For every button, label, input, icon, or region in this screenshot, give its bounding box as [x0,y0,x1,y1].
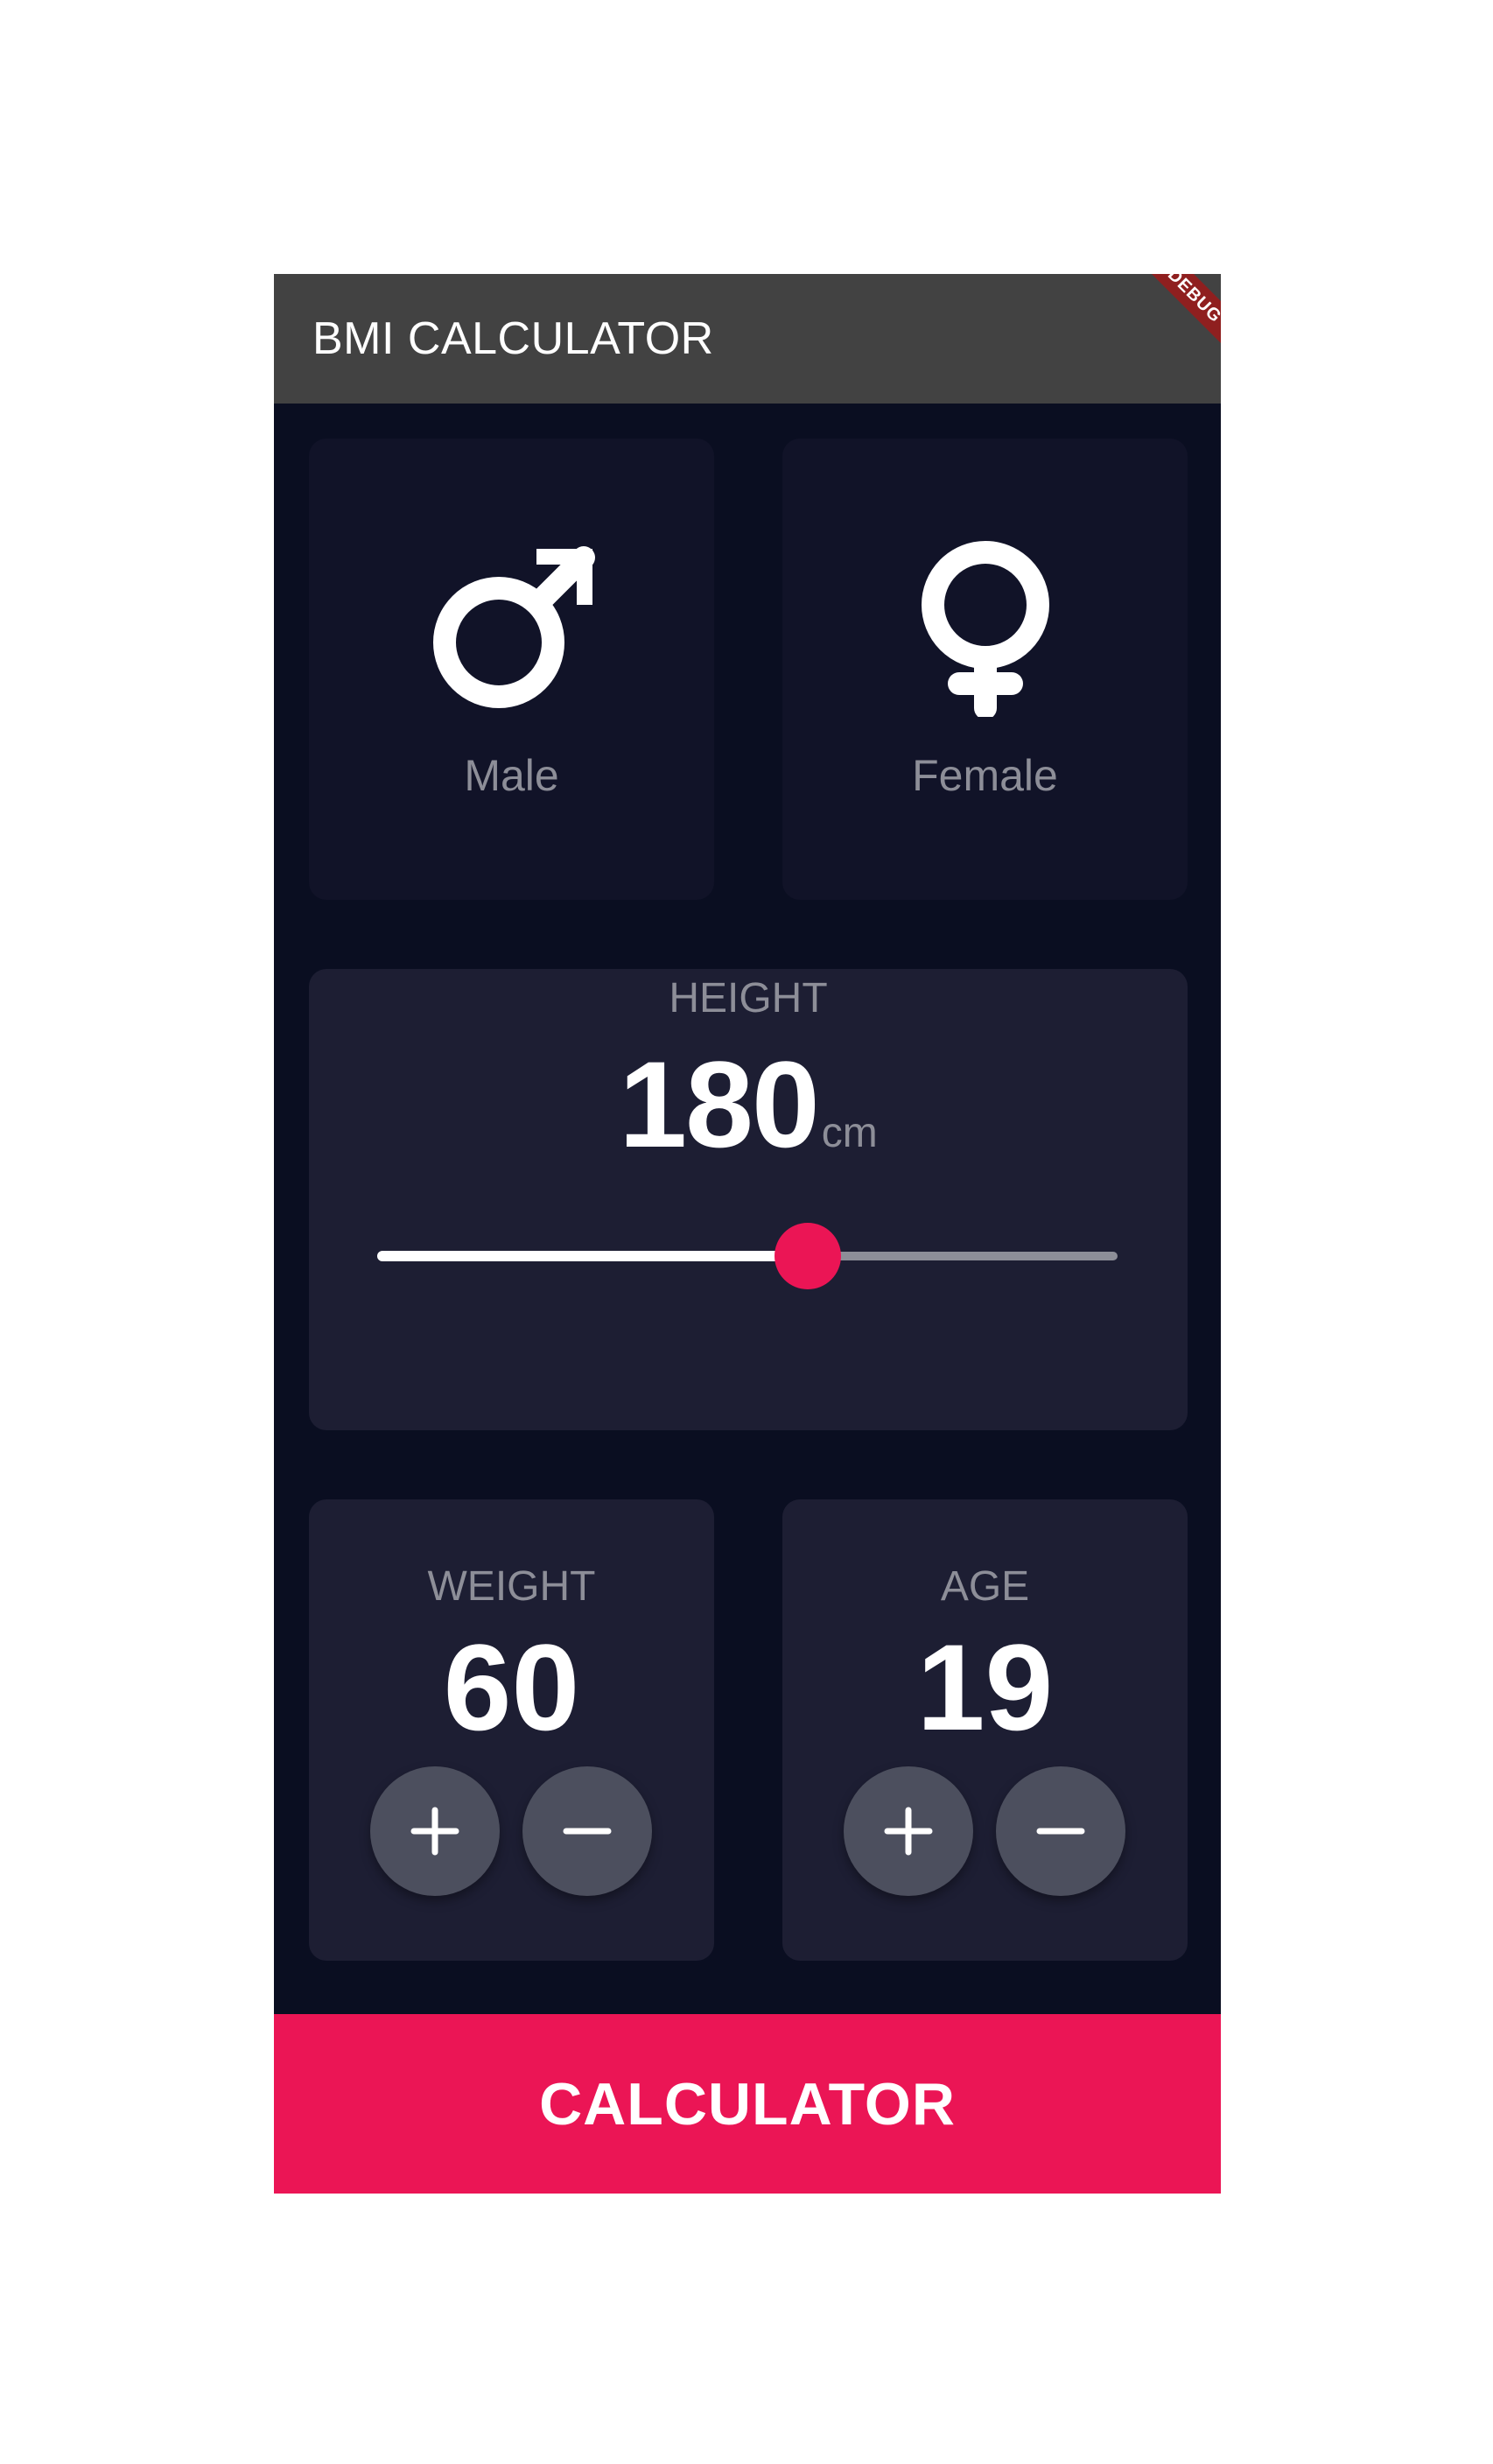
male-symbol-icon [432,546,595,708]
age-card: AGE 19 [782,1499,1188,1961]
app-screen: BMI CALCULATOR DEBUG Male Female HEIGHT … [274,274,1221,2194]
male-card[interactable]: Male [309,439,714,900]
calculate-button[interactable]: CALCULATOR [274,2014,1221,2194]
app-bar: BMI CALCULATOR DEBUG [274,274,1221,404]
minus-icon [1036,1828,1085,1835]
age-increment-button[interactable] [844,1766,973,1896]
age-decrement-button[interactable] [996,1766,1125,1896]
height-card: HEIGHT 180cm [309,969,1188,1430]
minus-icon [563,1828,612,1835]
slider-thumb[interactable] [774,1223,841,1289]
age-label: AGE [940,1563,1030,1610]
weight-decrement-button[interactable] [522,1766,652,1896]
weight-value: 60 [443,1618,580,1756]
app-title: BMI CALCULATOR [312,313,714,364]
slider-active-track[interactable] [377,1251,808,1261]
plus-icon [884,1807,933,1856]
plus-icon [410,1807,459,1856]
weight-label: WEIGHT [427,1563,596,1610]
height-slider[interactable] [377,1223,1118,1289]
age-value: 19 [916,1618,1054,1756]
height-value: 180 [619,1035,820,1173]
height-value-row: 180cm [309,1039,1188,1170]
weight-card: WEIGHT 60 [309,1499,714,1961]
female-label: Female [912,751,1058,800]
male-label: Male [464,751,559,800]
calculate-button-label: CALCULATOR [539,2070,956,2138]
female-symbol-icon [921,541,1049,717]
female-card[interactable]: Female [782,439,1188,900]
height-label: HEIGHT [669,975,828,1021]
height-unit: cm [821,1110,878,1156]
debug-banner: DEBUG [1116,274,1221,375]
weight-increment-button[interactable] [370,1766,500,1896]
